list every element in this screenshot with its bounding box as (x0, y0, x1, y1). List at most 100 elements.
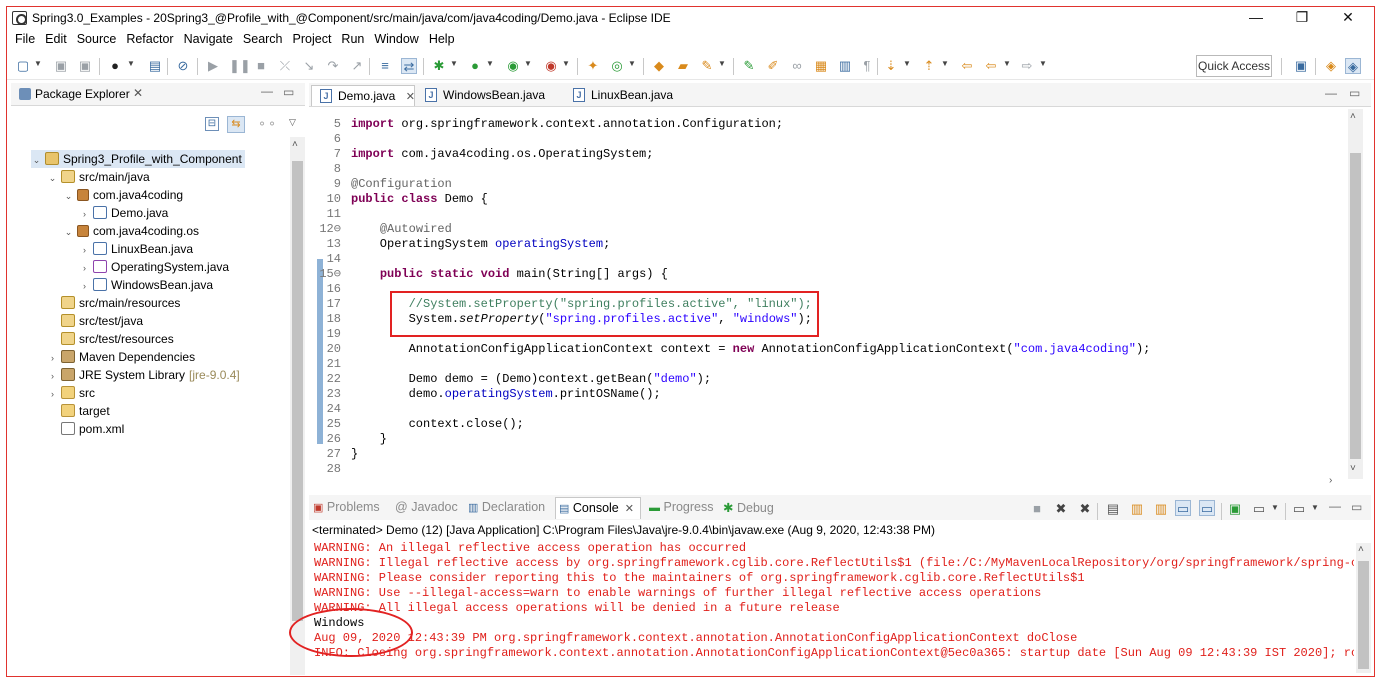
menu-file[interactable]: File (10, 30, 40, 49)
menu-refactor[interactable]: Refactor (121, 30, 178, 49)
code-line[interactable]: public static void main(String[] args) { (351, 267, 668, 282)
chevron-right-icon[interactable]: › (1329, 475, 1332, 486)
tab-linuxbean-java[interactable]: J LinuxBean.java (565, 85, 673, 106)
chevron-down-icon[interactable]: ▼ (1003, 59, 1011, 68)
chevron-down-icon[interactable]: ⌄ (47, 169, 58, 187)
close-button[interactable]: ✕ (1325, 7, 1371, 29)
pen-icon[interactable]: ✎ (699, 58, 715, 74)
link-icon[interactable]: ∞ (789, 58, 805, 74)
tree-item[interactable]: › WindowsBean.java (79, 276, 213, 294)
scrollbar-thumb[interactable] (1350, 153, 1361, 459)
tree-item[interactable]: src/test/resources (47, 330, 174, 348)
minimize-view-icon[interactable]: — (1325, 86, 1337, 100)
code-line[interactable]: @Autowired (351, 222, 452, 237)
console-output[interactable]: WARNING: An illegal reflective access op… (309, 541, 1354, 671)
code-line[interactable]: import com.java4coding.os.OperatingSyste… (351, 147, 653, 162)
terminate-icon[interactable]: ■ (1029, 501, 1045, 517)
close-icon[interactable]: ✕ (625, 503, 634, 515)
chevron-down-icon[interactable]: ▼ (1039, 59, 1047, 68)
tab-javadoc[interactable]: @ Javadoc (395, 500, 458, 514)
chevron-up-icon[interactable]: ˄ (292, 139, 298, 150)
scroll-lock-icon[interactable]: ▥ (1129, 501, 1145, 517)
tree-item[interactable]: › LinuxBean.java (79, 240, 193, 258)
tree-item[interactable]: › src (47, 384, 95, 402)
previous-annotation-icon[interactable]: ⇡ (921, 58, 937, 74)
chevron-down-icon[interactable]: ▼ (718, 59, 726, 68)
user-icon[interactable]: ● (107, 58, 123, 74)
toggle-icon[interactable]: ⇄ (401, 58, 417, 74)
new-icon[interactable]: ▢ (15, 58, 31, 74)
chevron-right-icon[interactable]: › (79, 241, 90, 259)
chevron-down-icon[interactable]: ⌄ (63, 187, 74, 205)
use-step-filters-icon[interactable]: ≡ (377, 58, 393, 74)
last-edit-icon[interactable]: ⇦ (959, 58, 975, 74)
chevron-right-icon[interactable]: › (79, 259, 90, 277)
open-folder-icon[interactable]: ▰ (675, 58, 691, 74)
terminate-icon[interactable]: ■ (253, 58, 269, 74)
editor-horizontal-scrollbar[interactable]: › (309, 475, 1349, 489)
chevron-down-icon[interactable]: ▼ (1311, 503, 1319, 512)
pin-console-icon[interactable]: ▣ (1227, 501, 1243, 517)
chevron-down-icon[interactable]: ⌄ (63, 223, 74, 241)
tree-item[interactable]: › Demo.java (79, 204, 168, 222)
chevron-down-icon[interactable]: ▼ (903, 59, 911, 68)
resume-icon[interactable]: ▶ (205, 58, 221, 74)
disconnect-icon[interactable]: ⤫ (277, 58, 293, 74)
tab-windowsbean-java[interactable]: J WindowsBean.java (417, 85, 545, 106)
highlight-icon[interactable]: ✐ (765, 58, 781, 74)
run-icon[interactable]: ● (467, 58, 483, 74)
tree-item[interactable]: pom.xml (47, 420, 124, 438)
step-into-icon[interactable]: ↘ (301, 58, 317, 74)
minimize-button[interactable]: — (1233, 7, 1279, 29)
chevron-right-icon[interactable]: › (79, 277, 90, 295)
display-console-icon[interactable]: ▭ (1251, 501, 1267, 517)
quick-access-input[interactable]: Quick Access (1196, 55, 1272, 77)
chevron-right-icon[interactable]: › (47, 349, 58, 367)
tab-declaration[interactable]: ▥ Declaration (468, 500, 545, 514)
back-icon[interactable]: ⇦ (983, 58, 999, 74)
chevron-down-icon[interactable]: ⌄ (31, 151, 42, 169)
menu-run[interactable]: Run (336, 30, 369, 49)
block-icon[interactable]: ▥ (837, 58, 853, 74)
menu-source[interactable]: Source (72, 30, 122, 49)
tree-item[interactable]: ⌄ com.java4coding.os (63, 222, 199, 240)
menu-search[interactable]: Search (238, 30, 288, 49)
show-stdout-icon[interactable]: ▭ (1175, 500, 1191, 516)
maximize-button[interactable]: ❐ (1279, 7, 1325, 29)
tab-problems[interactable]: ▣ Problems (313, 500, 380, 514)
open-type-icon[interactable]: ◆ (651, 58, 667, 74)
java-ee-perspective-icon[interactable]: ◈ (1323, 58, 1339, 74)
tab-debug[interactable]: ✱ Debug (723, 500, 774, 515)
new-class-icon[interactable]: ◎ (609, 58, 625, 74)
chevron-down-icon[interactable]: ▼ (562, 59, 570, 68)
step-return-icon[interactable]: ↗ (349, 58, 365, 74)
save-icon[interactable]: ▣ (53, 58, 69, 74)
view-menu-icon[interactable]: ▽ (289, 117, 296, 128)
java-perspective-icon[interactable]: ◈ (1345, 58, 1361, 74)
maximize-view-icon[interactable]: ▭ (1349, 86, 1360, 100)
chevron-down-icon[interactable]: ˅ (1350, 463, 1356, 474)
menu-project[interactable]: Project (288, 30, 337, 49)
editor-scrollbar[interactable]: ˄ ˅ (1348, 109, 1363, 479)
tree-scrollbar[interactable]: ˄ (290, 137, 305, 675)
chevron-down-icon[interactable]: ▼ (628, 59, 636, 68)
code-line[interactable]: OperatingSystem operatingSystem; (351, 237, 610, 252)
maximize-view-icon[interactable]: ▭ (1351, 500, 1362, 514)
next-annotation-icon[interactable]: ⇣ (883, 58, 899, 74)
tree-item[interactable]: › OperatingSystem.java (79, 258, 229, 276)
code-line[interactable]: demo.operatingSystem.printOSName(); (351, 387, 661, 402)
code-line[interactable]: context.close(); (351, 417, 524, 432)
code-line[interactable]: import org.springframework.context.annot… (351, 117, 783, 132)
forward-icon[interactable]: ⇨ (1019, 58, 1035, 74)
chevron-right-icon[interactable]: › (47, 385, 58, 403)
code-line[interactable]: } (351, 447, 358, 462)
step-over-icon[interactable]: ↷ (325, 58, 341, 74)
chevron-up-icon[interactable]: ˄ (1350, 111, 1356, 122)
code-line[interactable]: AnnotationConfigApplicationContext conte… (351, 342, 1151, 357)
tree-item[interactable]: ⌄ src/main/java (47, 168, 150, 186)
tree-item[interactable]: › JRE System Library [jre-9.0.4] (47, 366, 240, 384)
code-line[interactable]: } (351, 432, 387, 447)
minimize-view-icon[interactable]: — (1329, 499, 1341, 513)
menu-help[interactable]: Help (424, 30, 460, 49)
menu-edit[interactable]: Edit (40, 30, 72, 49)
